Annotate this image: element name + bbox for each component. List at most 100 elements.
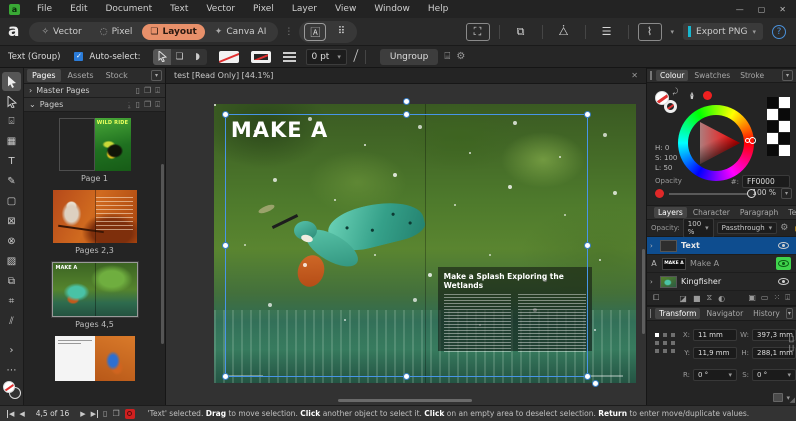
canvas-vertical-scrollbar[interactable] [642, 249, 645, 334]
canvas-horizontal-scrollbar[interactable] [338, 399, 472, 402]
layer-name[interactable]: Make A [690, 259, 772, 268]
vector-crop-tool[interactable]: ⌗ [2, 292, 21, 311]
stroke-swatch-none[interactable] [251, 51, 271, 63]
picture-frame-ellipse-tool[interactable]: ⊗ [2, 232, 21, 251]
handle-mid-right[interactable] [584, 242, 591, 249]
next-page-button[interactable]: ▶ [80, 410, 85, 418]
insert-inside-icon[interactable]: ▣ [748, 293, 756, 303]
snapping-icon[interactable]: ⌇ [638, 23, 662, 41]
layers-opacity-select[interactable]: 100 %▾ [683, 218, 714, 238]
handle-bottom-right[interactable] [584, 373, 591, 380]
auto-correct-button[interactable]: 🄰 [304, 23, 326, 41]
handle-top-right[interactable] [584, 111, 591, 118]
swatch-cell[interactable] [779, 109, 790, 120]
blend-mode-select[interactable]: Passthrough▾ [717, 222, 778, 234]
sat-selector[interactable] [745, 138, 750, 143]
layer-row-make-a[interactable]: A MAKE A Make A [647, 255, 796, 273]
swatch-cell[interactable] [767, 133, 778, 144]
auto-select-checkbox[interactable]: ✓ [74, 52, 83, 61]
tab-text-styles[interactable]: Text Styles [784, 207, 796, 218]
pages-collapse-icon[interactable]: ⌄ [29, 100, 36, 109]
crop-tool-icon[interactable]: ⛶ [466, 23, 490, 41]
tab-stock[interactable]: Stock [101, 69, 133, 82]
page-1-thumbnail[interactable]: WILD RIDE [59, 118, 131, 171]
anchor-point-selector[interactable] [655, 333, 675, 353]
document-tab[interactable]: test [Read Only] [44.1%] [174, 71, 273, 80]
persona-vector[interactable]: ✧Vector [33, 24, 89, 40]
panel-drag-handle[interactable] [650, 309, 651, 318]
pages-section-header[interactable]: ⌄ Pages ⍮ ▯ ❐ ⍗ [24, 98, 165, 112]
handle-mid-left[interactable] [222, 242, 229, 249]
close-button[interactable]: ✕ [779, 5, 786, 14]
stroke-style-icon[interactable] [283, 52, 296, 62]
menu-file[interactable]: File [28, 2, 61, 16]
document-tab-close-icon[interactable]: ✕ [631, 71, 638, 80]
layer-row-text[interactable]: › Text [647, 237, 796, 255]
previous-page-button[interactable]: ◀ [19, 410, 24, 418]
tools-expand-icon[interactable]: › [2, 341, 21, 360]
snapping-dropdown-chevron[interactable]: ▾ [671, 28, 675, 36]
snapshot-grid-button[interactable]: ⠿ [330, 23, 352, 41]
show-text-flow-icon[interactable]: ⌸ [444, 51, 450, 62]
rotation-handle[interactable] [403, 98, 410, 105]
spread-view-icon[interactable]: ❐ [112, 409, 119, 418]
layer-name[interactable]: Text [681, 241, 774, 250]
picture-frame-rectangle-tool[interactable]: ⊠ [2, 212, 21, 231]
pages-tool[interactable]: ⧉ [2, 272, 21, 291]
adjustment-layer-icon[interactable]: ■ [693, 294, 701, 303]
minimize-button[interactable]: — [736, 5, 744, 14]
tab-layers[interactable]: Layers [654, 207, 687, 218]
pages-panel-menu-icon[interactable]: ▾ [151, 70, 162, 81]
first-page-button[interactable]: ◀ [7, 410, 14, 418]
add-master-page-icon[interactable]: ▯ [136, 86, 140, 96]
x-input[interactable]: 11 mm [693, 329, 737, 341]
tab-assets[interactable]: Assets [63, 69, 99, 82]
ungroup-button[interactable]: Ungroup [380, 49, 438, 65]
group-layers-icon[interactable]: ▭ [761, 293, 769, 303]
handle-corner-scale[interactable] [592, 380, 599, 387]
help-icon[interactable]: ? [772, 25, 786, 39]
layer-options-icon[interactable]: ⁙ [773, 293, 780, 303]
visibility-eye-icon[interactable] [778, 278, 789, 285]
stroke-width-select[interactable]: 0 pt▾ [306, 49, 347, 65]
panel-drag-handle[interactable] [650, 71, 652, 80]
fill-layer-icon[interactable]: ◐ [718, 294, 725, 303]
blend-options-gear-icon[interactable]: ⚙ [780, 223, 788, 233]
pages-6-7-thumbnail[interactable] [55, 336, 135, 381]
pages-4-5-thumbnail-selected[interactable]: MAKE A [52, 262, 138, 317]
tab-stroke[interactable]: Stroke [736, 70, 768, 81]
rotate-pages-icon[interactable]: ⧉ [509, 23, 533, 41]
edit-detached-icon[interactable]: ⧠ [653, 293, 659, 303]
tools-more-icon[interactable]: ⋯ [2, 361, 21, 380]
tab-paragraph[interactable]: Paragraph [736, 207, 782, 218]
artistic-text-tool[interactable]: T [2, 152, 21, 171]
apply-master-icon[interactable]: ⍮ [127, 100, 132, 110]
colour-panel-menu-icon[interactable]: ▾ [782, 70, 793, 81]
last-page-button[interactable]: ▶ [91, 410, 98, 418]
maximize-button[interactable]: ▢ [758, 5, 766, 14]
fill-stroke-colorwell[interactable] [3, 381, 21, 399]
visibility-toggle-green[interactable] [776, 257, 791, 270]
move-tool[interactable] [2, 72, 21, 91]
mask-layer-icon[interactable]: ◪ [679, 294, 687, 303]
vector-brush-tool[interactable]: ⫽ [2, 312, 21, 331]
swatch-cell[interactable] [767, 121, 778, 132]
pages-2-3-thumbnail[interactable] [53, 190, 137, 243]
export-dropdown-chevron[interactable]: ▾ [752, 28, 756, 36]
tab-character[interactable]: Character [689, 207, 734, 218]
persona-canva-ai[interactable]: ✦Canva AI [207, 24, 275, 40]
swatch-cell[interactable] [779, 133, 790, 144]
table-tool[interactable]: ▦ [2, 132, 21, 151]
delete-page-icon[interactable]: ⍗ [155, 100, 160, 110]
opacity-slider-track[interactable] [669, 193, 751, 195]
delete-layer-icon[interactable]: ⍗ [785, 293, 790, 303]
move-tool-button[interactable] [153, 49, 171, 65]
hue-selector[interactable] [749, 137, 756, 144]
shear-select[interactable]: 0 °▾ [752, 369, 796, 381]
menu-layer[interactable]: Layer [283, 2, 326, 16]
link-dimensions-icon[interactable]: ∐∐ [789, 335, 794, 353]
handle-top-left[interactable] [222, 111, 229, 118]
swatch-cell[interactable] [767, 145, 778, 156]
duplicate-page-icon[interactable]: ❐ [144, 100, 151, 110]
tab-history[interactable]: History [749, 308, 784, 319]
